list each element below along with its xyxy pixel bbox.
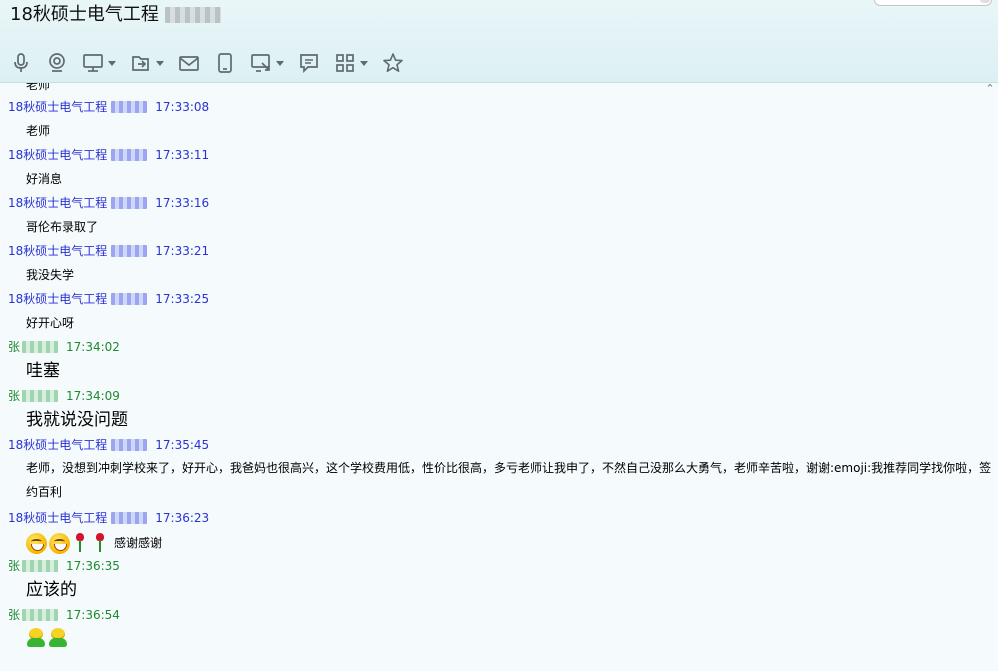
- message-emoji-row: [26, 628, 70, 648]
- rose-emoji-icon: [92, 532, 108, 554]
- blurred-name: [111, 149, 148, 161]
- blurred-name: [111, 101, 148, 113]
- message-text: 哥伦布录取了: [26, 220, 99, 234]
- message-time: 17:36:54: [66, 608, 120, 622]
- message-header: 张 17:34:02: [8, 339, 120, 355]
- send-file-icon: [132, 56, 149, 71]
- message-button[interactable]: [298, 52, 320, 74]
- chevron-down-icon[interactable]: [276, 60, 284, 66]
- message-time: 17:36:35: [66, 559, 120, 573]
- message-emoji-row: 感谢感谢: [26, 532, 162, 554]
- blurred-name: [22, 341, 59, 353]
- message-header: 18秋硕士电气工程 17:33:16: [8, 195, 209, 211]
- sender-name: 18秋硕士电气工程: [8, 292, 108, 306]
- apps-grid-icon: [336, 54, 354, 72]
- frog-emoji-icon: [48, 628, 68, 648]
- message-header: 18秋硕士电气工程 17:33:25: [8, 291, 209, 307]
- message-text: 应该的: [26, 580, 77, 600]
- message-text: 好开心呀: [26, 316, 75, 330]
- message-header: 18秋硕士电气工程 17:36:23: [8, 510, 209, 526]
- message-header: 张 17:36:35: [8, 558, 120, 574]
- mobile-button[interactable]: [214, 52, 236, 74]
- message-text: 老师，没想到冲刺学校来了，好开心，我爸妈也很高兴，这个学校费用低，性价比很高，多…: [26, 461, 992, 499]
- message-text-partial: 老师: [26, 83, 51, 92]
- grin-emoji-icon: [26, 532, 47, 554]
- remote-desktop-button[interactable]: [250, 52, 284, 74]
- blurred-name: [22, 609, 59, 621]
- window-control[interactable]: [980, 0, 990, 3]
- message-time: 17:33:08: [155, 100, 210, 114]
- toolbar: [10, 51, 418, 75]
- message-time: 17:33:21: [155, 244, 210, 258]
- message-header: 18秋硕士电气工程 17:33:21: [8, 243, 209, 259]
- blurred-name: [111, 293, 148, 305]
- sender-name: 张: [8, 559, 21, 573]
- mobile-icon: [218, 53, 232, 73]
- grin-emoji-icon: [49, 532, 70, 554]
- sender-name: 张: [8, 389, 21, 403]
- message-time: 17:35:45: [155, 438, 210, 452]
- message-time: 17:33:25: [155, 292, 210, 306]
- message-header: 张 17:34:09: [8, 388, 120, 404]
- message-text: 感谢感谢: [114, 536, 163, 550]
- message-text: 好消息: [26, 172, 63, 186]
- blurred-name: [164, 7, 221, 23]
- window-title: 18秋硕士电气工程: [10, 2, 221, 28]
- mail-button[interactable]: [178, 52, 200, 74]
- sender-name: 18秋硕士电气工程: [8, 438, 108, 452]
- sender-name: 18秋硕士电气工程: [8, 100, 108, 114]
- microphone-icon: [14, 53, 28, 72]
- blurred-name: [111, 197, 148, 209]
- blurred-name: [111, 512, 148, 524]
- message-header: 18秋硕士电气工程 17:33:11: [8, 147, 209, 163]
- mail-icon: [179, 56, 199, 71]
- chat-history[interactable]: 老师 18秋硕士电气工程 17:33:08 老师 18秋硕士电气工程 17:33:1…: [0, 83, 998, 671]
- title-bar: 18秋硕士电气工程: [0, 0, 998, 83]
- sender-name: 18秋硕士电气工程: [8, 148, 108, 162]
- blurred-name: [111, 439, 148, 451]
- send-file-button[interactable]: [130, 52, 164, 74]
- rose-emoji-icon: [72, 532, 88, 554]
- scroll-up-icon[interactable]: ⌃: [984, 83, 996, 94]
- message-text: 老师: [26, 124, 51, 138]
- chevron-down-icon[interactable]: [156, 60, 164, 66]
- blurred-name: [22, 560, 59, 572]
- chevron-down-icon[interactable]: [360, 60, 368, 66]
- message-text: 我没失学: [26, 268, 75, 282]
- message-text: 哇塞: [26, 361, 60, 381]
- sender-name: 18秋硕士电气工程: [8, 511, 108, 525]
- remote-desktop-icon: [251, 54, 270, 72]
- message-time: 17:36:23: [155, 511, 210, 525]
- screen-share-button[interactable]: [82, 52, 116, 74]
- microphone-button[interactable]: [10, 52, 32, 74]
- message-time: 17:34:02: [66, 340, 120, 354]
- screen-share-icon: [83, 54, 103, 72]
- favorite-button[interactable]: [382, 52, 404, 74]
- message-header: 张 17:36:54: [8, 607, 120, 623]
- frog-emoji-icon: [26, 628, 46, 648]
- sender-name: 张: [8, 340, 21, 354]
- message-time: 17:33:16: [155, 196, 210, 210]
- search-box[interactable]: [874, 0, 992, 6]
- window-title-text: 18秋硕士电气工程: [10, 4, 159, 25]
- message-time: 17:33:11: [155, 148, 210, 162]
- sender-name: 张: [8, 608, 21, 622]
- message-header: 18秋硕士电气工程 17:33:08: [8, 99, 209, 115]
- message-time: 17:34:09: [66, 389, 120, 403]
- chevron-down-icon[interactable]: [108, 60, 116, 66]
- sender-name: 18秋硕士电气工程: [8, 196, 108, 210]
- apps-grid-button[interactable]: [334, 52, 368, 74]
- message-header: 18秋硕士电气工程 17:35:45: [8, 437, 209, 453]
- blurred-name: [111, 245, 148, 257]
- message-icon: [300, 54, 318, 74]
- blurred-name: [22, 390, 59, 402]
- star-icon: [383, 53, 403, 72]
- sender-name: 18秋硕士电气工程: [8, 244, 108, 258]
- webcam-icon: [49, 53, 65, 72]
- webcam-button[interactable]: [46, 52, 68, 74]
- message-text: 我就说没问题: [26, 410, 128, 430]
